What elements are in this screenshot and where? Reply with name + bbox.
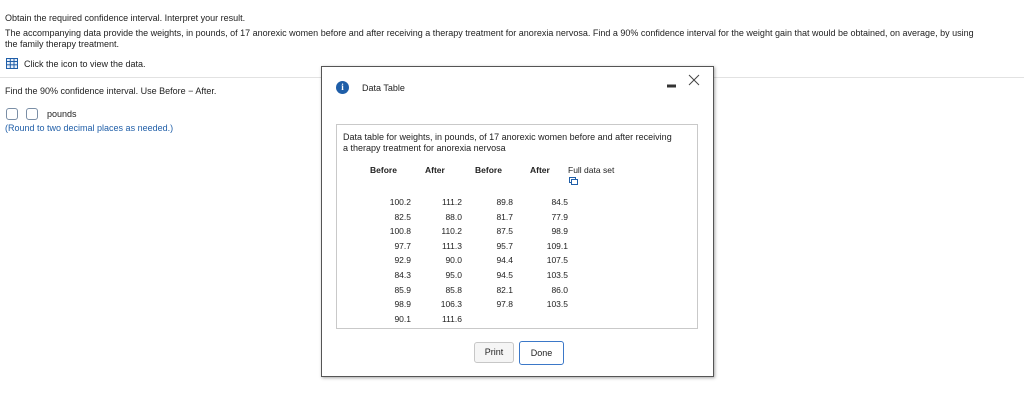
- table-cell: 84.3: [394, 270, 411, 280]
- table-cell: 111.3: [441, 240, 462, 251]
- table-cell: 77.9: [551, 211, 568, 222]
- prompt-text: Find the 90% confidence interval. Use Be…: [5, 86, 217, 96]
- table-cell: 98.9: [394, 299, 411, 310]
- question-body-line2: the family therapy treatment.: [5, 39, 120, 49]
- table-cell: 92.9: [394, 255, 411, 266]
- close-icon[interactable]: [688, 74, 700, 86]
- table-cell: 94.4: [496, 255, 513, 266]
- full-data-set-label: Full data set: [568, 165, 615, 175]
- table-cell: 98.9: [551, 226, 568, 237]
- data-table-dialog: i Data Table Data table for weights, in …: [321, 66, 714, 377]
- table-cell: 90.0: [445, 255, 462, 266]
- minimize-icon[interactable]: [667, 84, 677, 88]
- table-cell: 90.1: [394, 313, 411, 324]
- table-cell: 81.7: [496, 211, 513, 222]
- print-button[interactable]: Print: [474, 342, 514, 363]
- table-cell: 95.7: [496, 240, 513, 251]
- table-cell: 89.8: [496, 197, 513, 207]
- table-cell: 85.8: [445, 284, 462, 295]
- done-button[interactable]: Done: [519, 341, 564, 365]
- table-cell: 82.5: [394, 211, 411, 222]
- lower-bound-input[interactable]: [6, 108, 18, 120]
- table-cell: 103.5: [546, 270, 568, 280]
- table-caption-line2: a therapy treatment for anorexia nervosa: [343, 143, 506, 153]
- table-cell: 103.5: [546, 299, 568, 310]
- dialog-title: Data Table: [362, 83, 405, 93]
- info-icon: i: [336, 81, 349, 94]
- header-after-2: After: [530, 165, 550, 175]
- table-cell: 111.2: [441, 197, 462, 207]
- header-after-1: After: [425, 165, 445, 175]
- unit-label: pounds: [47, 109, 77, 119]
- table-cell: 94.5: [496, 270, 513, 280]
- header-before-2: Before: [475, 165, 502, 175]
- table-cell: 100.2: [389, 197, 411, 207]
- table-cell: 86.0: [551, 284, 568, 295]
- data-table-panel: Data table for weights, in pounds, of 17…: [336, 124, 698, 329]
- table-cell: 84.5: [551, 197, 568, 207]
- copy-icon[interactable]: [569, 177, 578, 185]
- table-cell: 82.1: [496, 284, 513, 295]
- table-cell: 106.3: [440, 299, 462, 310]
- table-cell: 97.8: [496, 299, 513, 310]
- table-cell: 97.7: [394, 240, 411, 251]
- table-cell: 95.0: [445, 270, 462, 280]
- table-cell: 87.5: [496, 226, 513, 237]
- header-before-1: Before: [370, 165, 397, 175]
- table-cell: 107.5: [546, 255, 568, 266]
- table-cell: 109.1: [546, 240, 568, 251]
- table-cell: 88.0: [445, 211, 462, 222]
- upper-bound-input[interactable]: [26, 108, 38, 120]
- question-body-line1: The accompanying data provide the weight…: [5, 28, 974, 38]
- table-cell: 85.9: [394, 284, 411, 295]
- table-cell: 110.2: [441, 226, 462, 237]
- question-title: Obtain the required confidence interval.…: [5, 13, 246, 23]
- table-cell: 100.8: [389, 226, 411, 237]
- data-link-text[interactable]: Click the icon to view the data.: [24, 58, 146, 70]
- data-table-icon[interactable]: [6, 58, 18, 69]
- table-cell: 111.6: [441, 313, 462, 324]
- rounding-hint: (Round to two decimal places as needed.): [5, 123, 174, 133]
